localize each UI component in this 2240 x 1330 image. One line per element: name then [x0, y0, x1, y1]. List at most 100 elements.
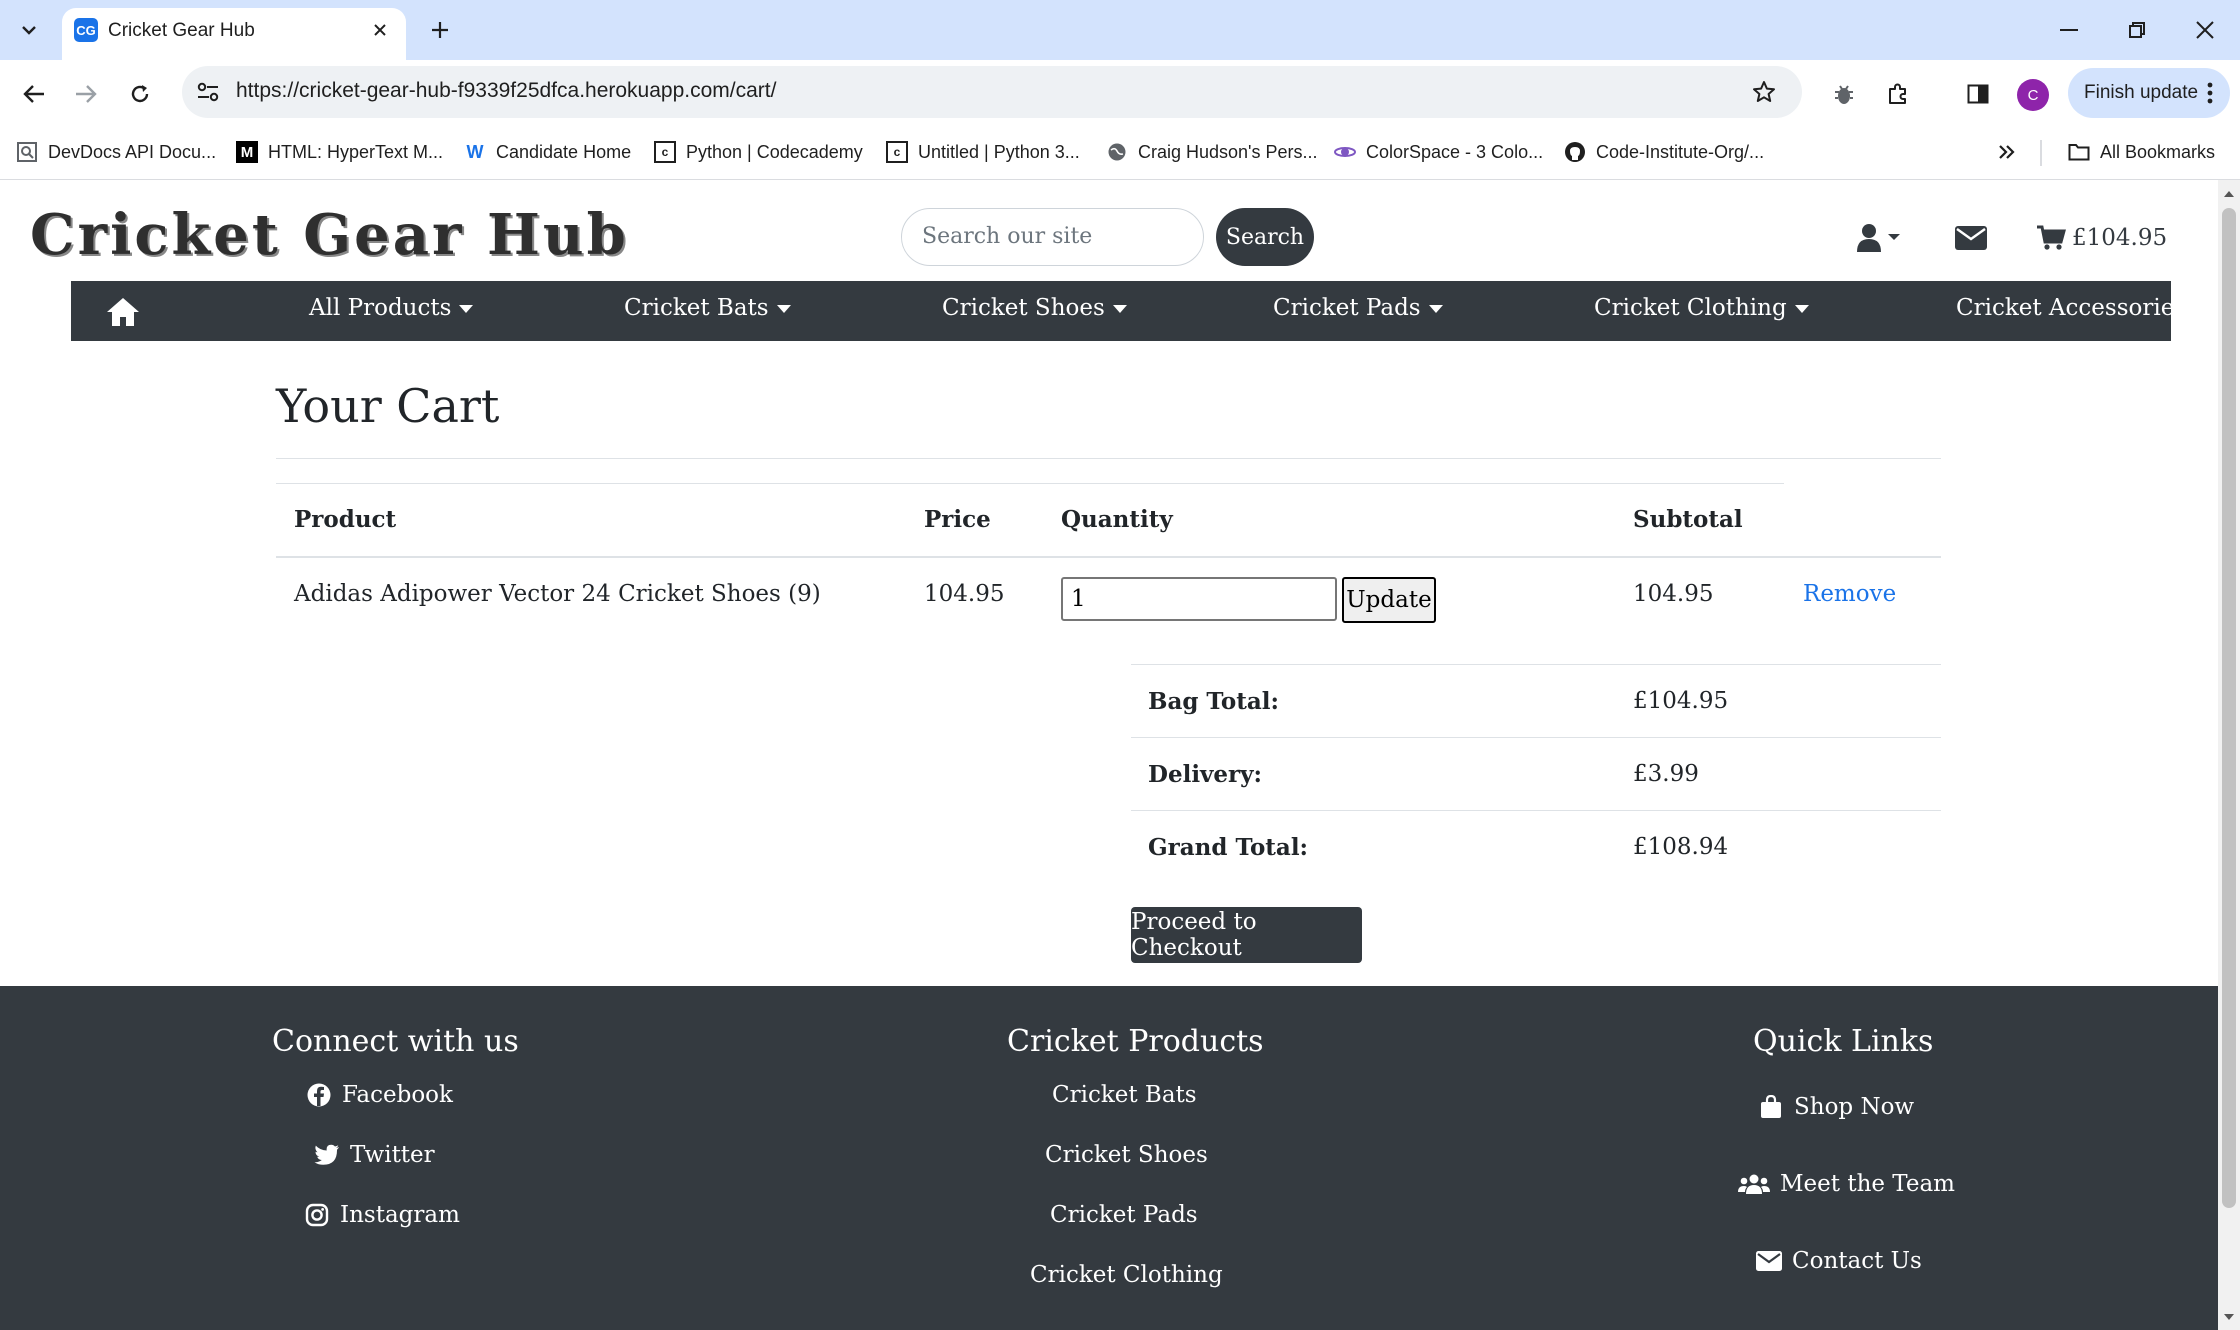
footer-link-label: Instagram [340, 1202, 460, 1228]
bookmark-item[interactable]: c Python | Codecademy [654, 138, 863, 166]
caret-down-icon [459, 305, 474, 313]
nav-label: Cricket Bats [624, 295, 769, 321]
grand-total-value: £108.94 [1633, 834, 1729, 860]
bookmark-item[interactable]: M HTML: HyperText M... [236, 138, 443, 166]
column-header-quantity: Quantity [1061, 506, 1173, 533]
nav-all-products[interactable]: All Products [309, 295, 474, 321]
delivery-value: £3.99 [1633, 761, 1699, 787]
footer-link-cricket-clothing[interactable]: Cricket Clothing [1030, 1262, 1223, 1288]
profile-avatar[interactable]: C [2017, 79, 2049, 111]
all-bookmarks-label: All Bookmarks [2100, 141, 2216, 162]
meet-the-team-link[interactable]: Meet the Team [1738, 1171, 1955, 1197]
instagram-icon [304, 1202, 330, 1228]
folder-icon [2068, 141, 2090, 163]
site-footer: Connect with us Facebook Twitter Instagr… [0, 986, 2218, 1330]
nav-cricket-accessories[interactable]: Cricket Accessories [1956, 295, 2209, 321]
scroll-up-arrow-icon[interactable] [2218, 182, 2240, 204]
footer-link-label: Facebook [342, 1082, 453, 1108]
active-tab[interactable]: CG Cricket Gear Hub [62, 8, 406, 60]
nav-cricket-shoes[interactable]: Cricket Shoes [942, 295, 1127, 321]
tab-search-chevron-icon[interactable] [13, 12, 45, 48]
site-favicon-icon: CG [74, 18, 98, 42]
bug-extension-icon[interactable] [1824, 74, 1864, 114]
site-logo[interactable]: Cricket Gear Hub [30, 202, 629, 268]
forward-arrow-icon[interactable] [66, 74, 106, 114]
url-text[interactable]: https://cricket-gear-hub-f9339f25dfca.he… [236, 79, 776, 103]
contact-us-link[interactable]: Contact Us [1756, 1248, 1922, 1274]
facebook-link[interactable]: Facebook [306, 1082, 453, 1108]
nav-label: All Products [309, 295, 452, 321]
bookmark-label: Candidate Home [496, 141, 632, 162]
footer-link-label: Meet the Team [1780, 1171, 1955, 1197]
cart-link[interactable]: £104.95 [2036, 218, 2167, 258]
back-arrow-icon[interactable] [14, 74, 54, 114]
delivery-label: Delivery: [1148, 761, 1263, 788]
twitter-link[interactable]: Twitter [314, 1142, 435, 1168]
side-panel-icon[interactable] [1958, 74, 1998, 114]
bookmark-item[interactable]: ColorSpace - 3 Colo... [1334, 138, 1543, 166]
minimize-icon[interactable] [2036, 8, 2102, 52]
caret-down-icon [776, 305, 791, 313]
close-window-icon[interactable] [2172, 8, 2238, 52]
table-top-border [276, 483, 1784, 484]
new-tab-plus-icon[interactable] [424, 14, 456, 46]
column-header-product: Product [294, 506, 397, 533]
update-button[interactable]: Update [1342, 577, 1436, 623]
quantity-input[interactable]: 1 [1061, 577, 1337, 621]
bookmark-label: HTML: HyperText M... [268, 141, 444, 162]
account-dropdown[interactable] [1856, 218, 1906, 258]
grand-total-label: Grand Total: [1148, 834, 1309, 861]
nav-cricket-bats[interactable]: Cricket Bats [624, 295, 791, 321]
facebook-icon [306, 1082, 332, 1108]
devdocs-icon [16, 141, 38, 163]
search-button[interactable]: Search [1216, 208, 1314, 266]
page-scrollbar[interactable] [2218, 180, 2240, 1330]
bookmark-item[interactable]: Code-Institute-Org/... [1564, 138, 1764, 166]
footer-link-cricket-bats[interactable]: Cricket Bats [1052, 1082, 1197, 1108]
search-input[interactable]: Search our site [901, 208, 1204, 266]
summary-divider [1131, 664, 1941, 665]
bookmark-label: DevDocs API Docu... [48, 141, 217, 162]
finish-update-button[interactable]: Finish update [2068, 68, 2230, 118]
more-bookmarks-chevron-icon[interactable] [1998, 138, 2016, 166]
bookmark-label: ColorSpace - 3 Colo... [1366, 141, 1544, 162]
finish-update-label: Finish update [2084, 82, 2199, 103]
shop-now-link[interactable]: Shop Now [1758, 1094, 1914, 1120]
bookmark-item[interactable]: W Candidate Home [464, 138, 632, 166]
browser-toolbar: https://cricket-gear-hub-f9339f25dfca.he… [0, 60, 2240, 126]
address-bar[interactable]: https://cricket-gear-hub-f9339f25dfca.he… [182, 66, 1802, 118]
bookmark-item[interactable]: c Untitled | Python 3... [886, 138, 1080, 166]
footer-link-cricket-shoes[interactable]: Cricket Shoes [1045, 1142, 1208, 1168]
extensions-puzzle-icon[interactable] [1878, 74, 1918, 114]
footer-heading-quick-links: Quick Links [1753, 1024, 1934, 1059]
kebab-menu-icon[interactable] [2200, 78, 2220, 108]
bookmark-item[interactable]: Craig Hudson's Pers... [1106, 138, 1318, 166]
proceed-to-checkout-button[interactable]: Proceed to Checkout [1131, 907, 1362, 963]
home-icon[interactable] [103, 294, 143, 330]
bookmark-star-icon[interactable] [1748, 76, 1780, 108]
github-icon [1564, 141, 1586, 163]
bag-total-label: Bag Total: [1148, 688, 1280, 715]
nav-cricket-pads[interactable]: Cricket Pads [1273, 295, 1443, 321]
remove-link[interactable]: Remove [1803, 581, 1896, 607]
scroll-down-arrow-icon[interactable] [2218, 1306, 2240, 1328]
footer-link-cricket-pads[interactable]: Cricket Pads [1050, 1202, 1198, 1228]
all-bookmarks-button[interactable]: All Bookmarks [2068, 138, 2215, 166]
browser-tab-bar: CG Cricket Gear Hub [0, 0, 2240, 60]
summary-divider [1131, 737, 1941, 738]
cart-total: £104.95 [2072, 225, 2168, 251]
tab-close-icon[interactable] [366, 16, 394, 44]
instagram-link[interactable]: Instagram [304, 1202, 460, 1228]
codecademy-icon: c [886, 141, 908, 163]
nav-cricket-clothing[interactable]: Cricket Clothing [1594, 295, 1809, 321]
reload-icon[interactable] [120, 74, 160, 114]
restore-icon[interactable] [2104, 8, 2170, 52]
scrollbar-thumb[interactable] [2222, 208, 2236, 1208]
envelope-icon[interactable] [1955, 218, 1987, 258]
page-title: Your Cart [276, 379, 500, 433]
mdn-icon: M [236, 141, 258, 163]
site-settings-icon[interactable] [194, 78, 222, 106]
twitter-icon [314, 1142, 340, 1168]
bookmark-item[interactable]: DevDocs API Docu... [16, 138, 216, 166]
footer-heading-connect: Connect with us [272, 1024, 519, 1059]
